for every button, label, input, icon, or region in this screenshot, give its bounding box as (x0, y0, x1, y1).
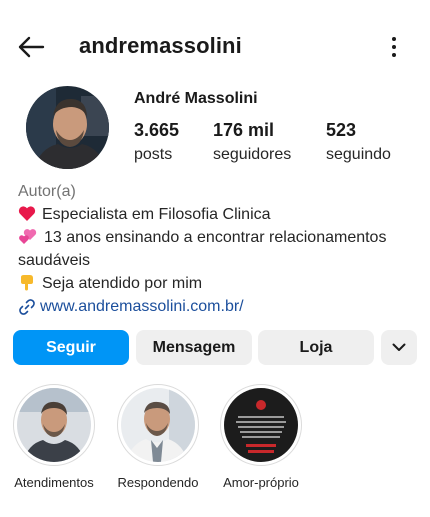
bio-years-text-cont: saudáveis (18, 252, 91, 269)
message-button[interactable]: Mensagem (136, 330, 252, 365)
bio-specialist-text: Especialista em Filosofia Clinica (42, 206, 271, 223)
profile-username: andremassolini (79, 33, 242, 58)
highlight-atendimentos[interactable] (13, 384, 95, 466)
bio-line-years: 13 anos ensinando a encontrar relacionam… (18, 226, 423, 249)
following-count: 523 (326, 120, 357, 140)
pointing-down-hand-icon (21, 275, 33, 291)
highlight-label: Amor-próprio (223, 475, 299, 490)
back-button[interactable] (14, 30, 48, 64)
more-options-button[interactable] (382, 32, 406, 62)
highlight-cover (224, 388, 298, 462)
highlight-cover (17, 388, 91, 462)
arrow-left-icon (18, 36, 45, 58)
highlight-respondendo[interactable] (117, 384, 199, 466)
website-url[interactable]: www.andremassolini.com.br/ (40, 295, 244, 318)
bio-website-link[interactable]: www.andremassolini.com.br/ (18, 295, 423, 318)
chevron-down-icon (392, 343, 406, 351)
profile-full-name: André Massolini (134, 90, 258, 107)
red-heart-icon (18, 206, 36, 221)
highlight-label: Respondendo (117, 475, 199, 490)
two-hearts-icon (19, 229, 37, 244)
posts-label: posts (134, 146, 173, 163)
followers-label: seguidores (213, 146, 292, 163)
stat-followers[interactable]: 176 mil seguidores (213, 120, 291, 164)
profile-bio: Autor(a) Especialista em Filosofia Clini… (18, 180, 423, 318)
shop-button[interactable]: Loja (258, 330, 374, 365)
posts-count: 3.665 (134, 120, 180, 140)
bio-line-specialist: Especialista em Filosofia Clinica (18, 203, 423, 226)
highlight-label: Atendimentos (14, 475, 94, 490)
suggested-accounts-button[interactable] (381, 330, 417, 365)
top-bar: andremassolini (0, 0, 430, 92)
stat-following[interactable]: 523 seguindo (326, 120, 391, 164)
stat-posts[interactable]: 3.665 posts (134, 120, 179, 164)
highlight-cover (121, 388, 195, 462)
bio-years-text: 13 anos ensinando a encontrar relacionam… (44, 229, 387, 246)
avatar[interactable] (26, 86, 109, 169)
bio-category: Autor(a) (18, 183, 76, 200)
vertical-dots-icon (392, 37, 396, 41)
bio-booking-text: Seja atendido por mim (42, 275, 203, 292)
highlight-amor-proprio[interactable] (220, 384, 302, 466)
following-label: seguindo (326, 146, 391, 163)
bio-line-booking: Seja atendido por mim (18, 272, 423, 295)
followers-count: 176 mil (213, 120, 275, 140)
follow-button[interactable]: Seguir (13, 330, 129, 365)
link-icon (19, 298, 35, 315)
